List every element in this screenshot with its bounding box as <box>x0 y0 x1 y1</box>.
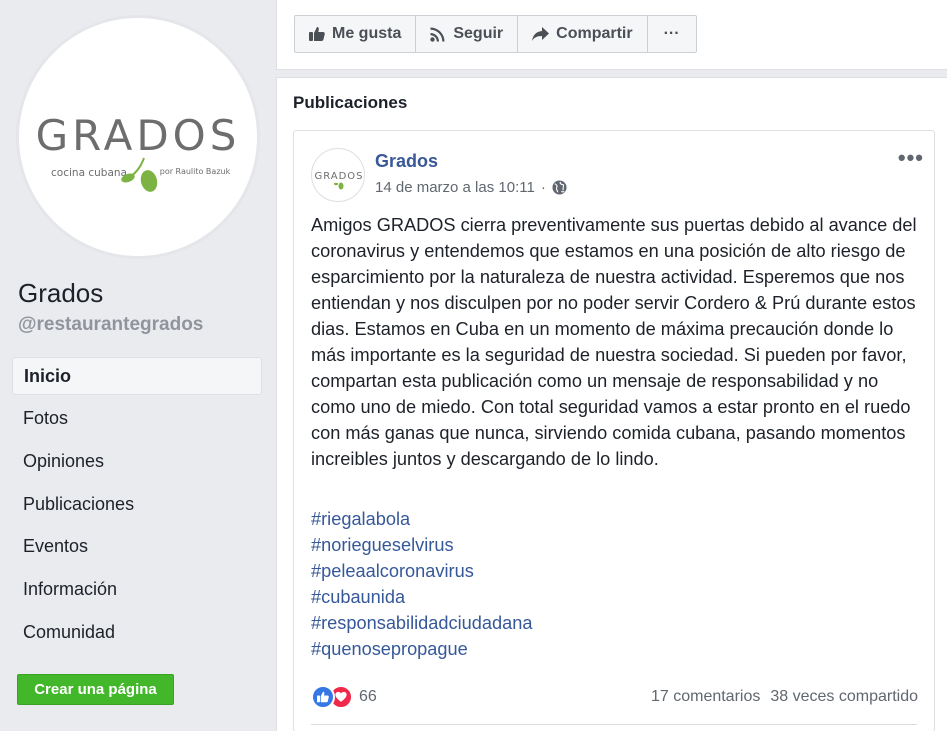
share-arrow-icon <box>532 27 550 41</box>
hashtag-link[interactable]: #peleaalcoronavirus <box>311 558 532 584</box>
post-reactions[interactable]: 66 <box>311 685 377 709</box>
hashtag-link[interactable]: #quenosepropague <box>311 636 532 662</box>
more-dots-icon: ··· <box>663 25 680 42</box>
follow-button-label: Seguir <box>453 25 504 42</box>
create-page-button[interactable]: Crear una página <box>17 674 174 705</box>
nav-item-eventos[interactable]: Eventos <box>12 527 262 570</box>
rss-follow-icon <box>430 27 445 42</box>
post-stats: 17 comentarios 38 veces compartido <box>651 688 918 706</box>
more-options-button[interactable]: ··· <box>648 16 696 52</box>
nav-item-opiniones[interactable]: Opiniones <box>12 442 262 485</box>
like-button-label: Me gusta <box>332 25 402 42</box>
hashtag-link[interactable]: #cubaunida <box>311 584 532 610</box>
post-card: GRADOS Grados 14 de marzo a las 10:11 · … <box>293 130 935 731</box>
hashtag-link[interactable]: #responsabilidadciudadana <box>311 610 532 636</box>
logo-leaf-icon <box>121 157 158 192</box>
page-profile-picture[interactable]: GRADOS cocina cubana por Raulito Bazuk <box>16 15 260 259</box>
posts-section-title: Publicaciones <box>293 93 408 112</box>
post-divider <box>311 724 917 725</box>
post-meta: 14 de marzo a las 10:11 · <box>375 179 567 196</box>
like-page-button[interactable]: Me gusta <box>295 16 417 52</box>
grados-logo-small: GRADOS <box>314 171 363 190</box>
reaction-count[interactable]: 66 <box>359 688 377 706</box>
page-action-header: Me gusta Seguir Compartir ··· <box>276 0 947 70</box>
nav-item-inicio[interactable]: Inicio <box>12 357 262 395</box>
thumbs-up-icon <box>309 27 325 41</box>
hashtag-link[interactable]: #riegalabola <box>311 506 532 532</box>
grados-logo: GRADOS cocina cubana por Raulito Bazuk <box>36 111 241 192</box>
post-text: Amigos GRADOS cierra preventivamente sus… <box>311 215 917 469</box>
svg-text:GRADOS: GRADOS <box>314 171 363 182</box>
hashtag-link[interactable]: #noriegueselvirus <box>311 532 532 558</box>
page-action-bar: Me gusta Seguir Compartir ··· <box>294 15 697 53</box>
left-sidebar: GRADOS cocina cubana por Raulito Bazuk G… <box>0 0 276 731</box>
comments-count-link[interactable]: 17 comentarios <box>651 688 760 706</box>
nav-item-informacion[interactable]: Información <box>12 570 262 613</box>
logo-tagline-right: por Raulito Bazuk <box>160 167 231 176</box>
shares-count-link[interactable]: 38 veces compartido <box>770 688 918 706</box>
follow-page-button[interactable]: Seguir <box>416 16 519 52</box>
share-button-label: Compartir <box>556 25 633 42</box>
posts-section: Publicaciones GRADOS Grados 14 de marzo … <box>276 77 947 731</box>
page-name[interactable]: Grados <box>18 278 103 309</box>
share-page-button[interactable]: Compartir <box>518 16 648 52</box>
post-author-name[interactable]: Grados <box>375 151 438 172</box>
post-hashtags: #riegalabola #noriegueselvirus #peleaalc… <box>311 506 532 662</box>
nav-item-fotos[interactable]: Fotos <box>12 399 262 442</box>
globe-icon[interactable] <box>552 180 567 195</box>
nav-item-comunidad[interactable]: Comunidad <box>12 613 262 656</box>
like-reaction-icon <box>311 685 335 709</box>
meta-separator: · <box>540 179 546 196</box>
nav-item-publicaciones[interactable]: Publicaciones <box>12 485 262 528</box>
page-handle[interactable]: @restaurantegrados <box>18 314 203 336</box>
post-timestamp[interactable]: 14 de marzo a las 10:11 <box>375 179 535 196</box>
logo-tagline-left: cocina cubana <box>51 167 127 179</box>
logo-wordmark: GRADOS <box>36 111 241 160</box>
post-author-avatar[interactable]: GRADOS <box>311 148 365 202</box>
page-nav: Inicio Fotos Opiniones Publicaciones Eve… <box>12 357 262 656</box>
post-options-icon[interactable]: ••• <box>898 145 924 171</box>
